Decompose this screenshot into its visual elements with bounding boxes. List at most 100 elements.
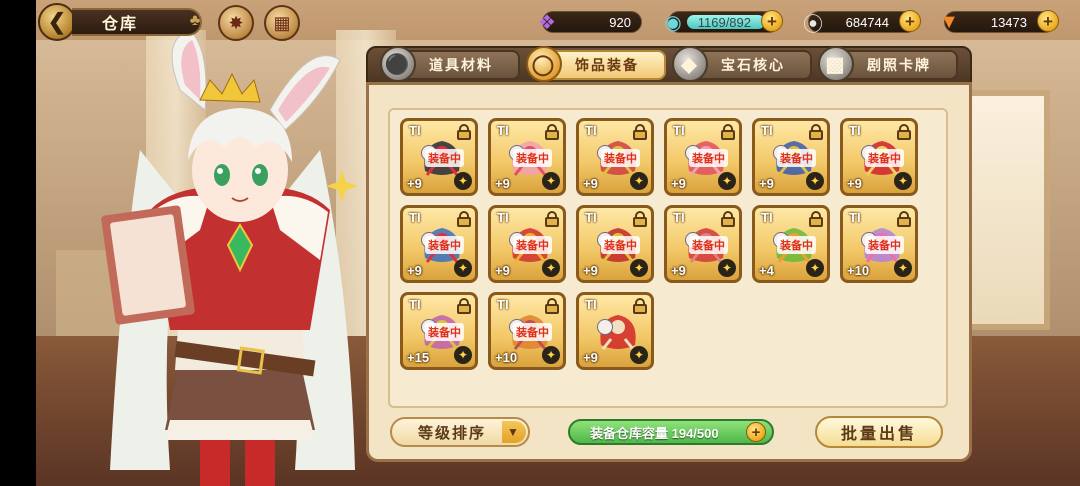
lock-icon[interactable]	[721, 211, 735, 227]
character-illustration	[101, 30, 358, 486]
add-coins-button[interactable]: +	[899, 10, 921, 32]
equipped-badge: 装备中	[777, 149, 816, 167]
enhance-level: +9	[407, 263, 422, 278]
lock-icon[interactable]	[457, 124, 471, 140]
tier-label: TI	[673, 210, 685, 225]
item-slot[interactable]: TI 装备中 +9 ✦	[488, 118, 566, 196]
lock-icon[interactable]	[545, 211, 559, 227]
star-icon: ✦	[718, 172, 736, 190]
back-arrow-icon: ❮	[47, 9, 67, 34]
tier-label: TI	[585, 210, 597, 225]
equipped-badge: 装备中	[513, 236, 552, 254]
item-slot[interactable]: TI 装备中 +9 ✦	[840, 118, 918, 196]
tier-label: TI	[849, 123, 861, 138]
tier-label: TI	[585, 297, 597, 312]
equipped-badge: 装备中	[513, 149, 552, 167]
carrot-icon: ▼	[939, 10, 959, 33]
ring-icon: ◯	[526, 46, 562, 82]
equipped-badge: 装备中	[425, 236, 464, 254]
tier-label: TI	[409, 123, 421, 138]
stamina-potion-icon: ◉	[664, 11, 682, 34]
lock-icon[interactable]	[545, 124, 559, 140]
tier-label: TI	[497, 297, 509, 312]
item-slot[interactable]: TI 装备中 +9 ✦	[400, 118, 478, 196]
tier-label: TI	[497, 210, 509, 225]
item-slot[interactable]: TI 装备中 +9 ✦	[664, 205, 742, 283]
equipped-badge: 装备中	[689, 236, 728, 254]
add-carrots-button[interactable]: +	[1037, 10, 1059, 32]
enhance-level: +9	[759, 176, 774, 191]
expand-capacity-button[interactable]: +	[746, 422, 766, 442]
lock-icon[interactable]	[457, 211, 471, 227]
lock-icon[interactable]	[633, 211, 647, 227]
lock-icon[interactable]	[809, 124, 823, 140]
tier-label: TI	[761, 210, 773, 225]
tier-label: TI	[673, 123, 685, 138]
lock-icon[interactable]	[897, 124, 911, 140]
lock-icon[interactable]	[633, 298, 647, 314]
item-slot[interactable]: TI 装备中 +4 ✦	[752, 205, 830, 283]
enhance-level: +9	[671, 263, 686, 278]
coin-counter: ⦿ 684744 +	[803, 10, 921, 36]
book-icon[interactable]: ▦	[264, 5, 300, 41]
star-icon: ✦	[718, 259, 736, 277]
star-icon: ✦	[630, 346, 648, 364]
lock-icon[interactable]	[721, 124, 735, 140]
item-slot[interactable]: TI 装备中 +9 ✦	[488, 205, 566, 283]
item-slot[interactable]: TI 装备中 +9 ✦	[576, 205, 654, 283]
equipped-badge: 装备中	[865, 149, 904, 167]
equipped-badge: 装备中	[865, 236, 904, 254]
equipped-badge: 装备中	[601, 149, 640, 167]
chevron-down-icon[interactable]: ▼	[502, 421, 526, 443]
lock-icon[interactable]	[545, 298, 559, 314]
star-icon: ✦	[542, 346, 560, 364]
equipped-badge: 装备中	[601, 236, 640, 254]
lock-icon[interactable]	[457, 298, 471, 314]
lock-icon[interactable]	[897, 211, 911, 227]
tab-photo-cards[interactable]: ▩ 剧照卡牌	[818, 46, 958, 82]
enhance-level: +10	[495, 350, 518, 365]
back-button[interactable]: ❮	[38, 3, 76, 41]
tier-label: TI	[409, 210, 421, 225]
item-slot[interactable]: TI 装备中 +15 ✦	[400, 292, 478, 370]
enhance-level: +9	[671, 176, 686, 191]
item-slot[interactable]: TI 装备中 +10 ✦	[488, 292, 566, 370]
lock-icon[interactable]	[809, 211, 823, 227]
item-slot[interactable]: TI +9 ✦	[576, 292, 654, 370]
bulk-sell-button[interactable]: 批量出售	[815, 416, 943, 448]
gem-core-icon: ◆	[672, 46, 708, 82]
compass-icon[interactable]: ✸	[218, 5, 254, 41]
star-icon: ✦	[894, 259, 912, 277]
item-slot[interactable]: TI 装备中 +9 ✦	[576, 118, 654, 196]
character-face-icon	[597, 319, 613, 335]
tab-accessories-equipment[interactable]: ◯ 饰品装备	[526, 46, 666, 82]
sort-button[interactable]: 等级排序 ▼	[390, 417, 530, 447]
clover-icon: ♣	[189, 12, 201, 29]
page-title: 仓库	[72, 8, 202, 36]
tab-gem-core[interactable]: ◆ 宝石核心	[672, 46, 812, 82]
star-icon: ✦	[542, 259, 560, 277]
enhance-level: +9	[583, 350, 598, 365]
star-icon: ✦	[542, 172, 560, 190]
item-slot[interactable]: TI 装备中 +10 ✦	[840, 205, 918, 283]
enhance-level: +15	[407, 350, 430, 365]
carrot-counter: ▼ 13473 +	[939, 10, 1059, 33]
gem-counter: ❖ 920	[538, 11, 642, 34]
tab-items-materials[interactable]: ⚫ 道具材料	[380, 46, 520, 82]
star-icon: ✦	[806, 259, 824, 277]
tier-label: TI	[849, 210, 861, 225]
lock-icon[interactable]	[633, 124, 647, 140]
enhance-level: +4	[759, 263, 774, 278]
silver-coin-icon: ⦿	[803, 13, 823, 36]
equipped-badge: 装备中	[425, 323, 464, 341]
equipped-badge: 装备中	[425, 149, 464, 167]
star-icon: ✦	[454, 172, 472, 190]
tier-label: TI	[585, 123, 597, 138]
tier-label: TI	[497, 123, 509, 138]
item-slot[interactable]: TI 装备中 +9 ✦	[400, 205, 478, 283]
item-slot[interactable]: TI 装备中 +9 ✦	[752, 118, 830, 196]
item-slot[interactable]: TI 装备中 +9 ✦	[664, 118, 742, 196]
add-stamina-button[interactable]: +	[761, 10, 783, 32]
enhance-level: +9	[407, 176, 422, 191]
star-icon: ✦	[630, 259, 648, 277]
